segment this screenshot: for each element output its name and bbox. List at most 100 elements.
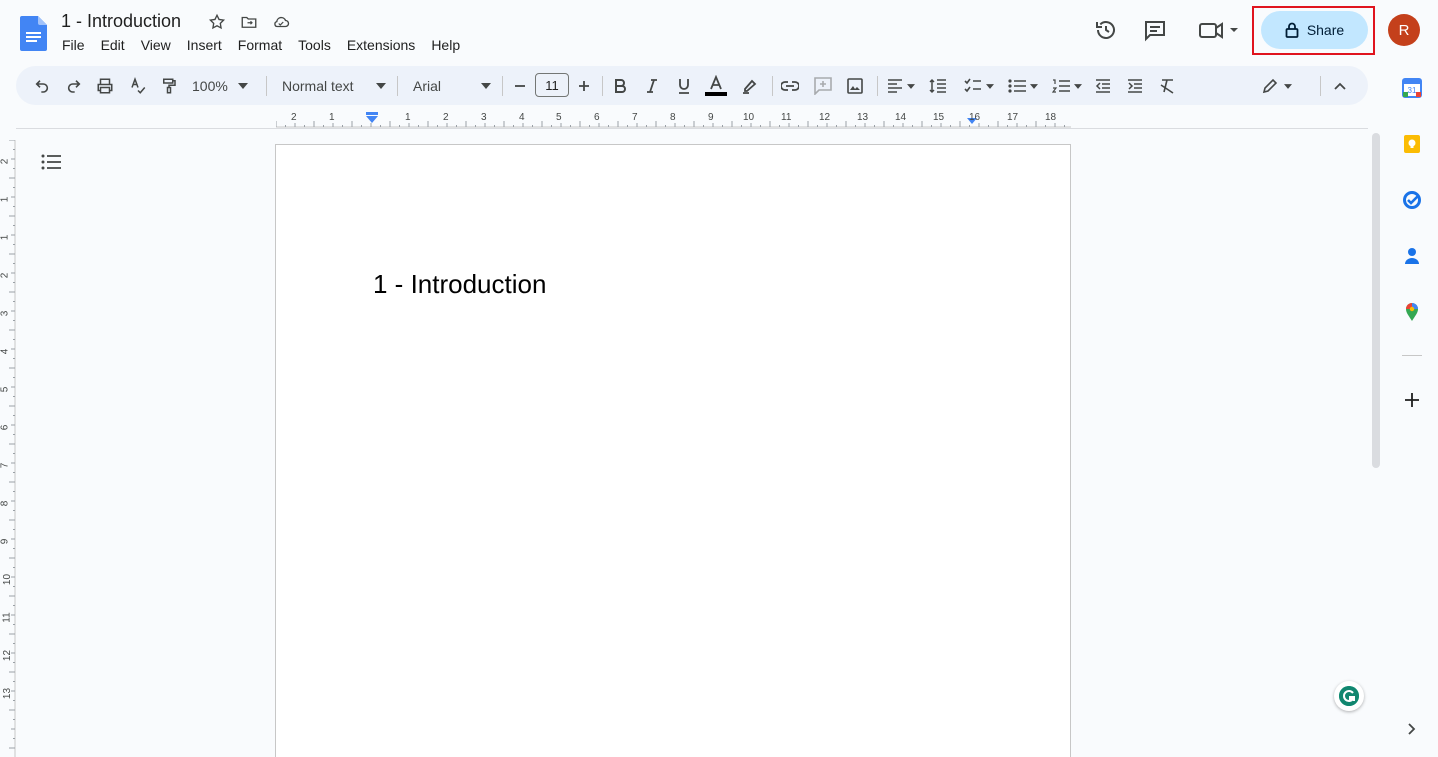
menu-file[interactable]: File (54, 37, 93, 53)
spellcheck-icon[interactable] (128, 74, 148, 98)
insert-link-icon[interactable] (780, 74, 800, 98)
star-icon[interactable] (205, 11, 229, 33)
ruler-ticks (9, 140, 16, 757)
editing-mode-select[interactable] (1258, 74, 1296, 98)
zoom-select[interactable]: 100% (192, 74, 256, 98)
increase-indent-icon[interactable] (1125, 74, 1145, 98)
ruler-label: 1 (329, 112, 335, 123)
ruler-label: 1 (405, 112, 411, 123)
menu-format[interactable]: Format (230, 37, 290, 53)
ruler-label: 10 (2, 573, 14, 586)
document-outline-icon[interactable] (40, 152, 62, 172)
share-button[interactable]: Share (1261, 11, 1368, 49)
increase-font-size-icon[interactable] (576, 74, 592, 98)
ruler-label: 2 (443, 112, 449, 123)
comments-icon[interactable] (1141, 16, 1169, 44)
ruler-label: 3 (0, 310, 11, 317)
toolbar-divider (1320, 76, 1321, 96)
tasks-icon[interactable] (1400, 188, 1424, 212)
move-folder-icon[interactable] (237, 11, 261, 33)
italic-icon[interactable] (642, 74, 662, 98)
ruler-label: 11 (1, 612, 13, 623)
menu-edit[interactable]: Edit (93, 37, 133, 53)
formatting-toolbar: 100% Normal text Arial 11 (16, 66, 1368, 105)
ruler-label: 15 (933, 112, 945, 123)
ruler-label: 13 (857, 112, 869, 123)
ruler-label: 5 (0, 386, 11, 393)
font-value: Arial (413, 78, 442, 94)
horizontal-ruler[interactable]: 2 1 1 2 3 4 5 6 7 8 9 10 11 12 13 14 15 … (276, 112, 1071, 128)
left-indent-marker[interactable] (366, 116, 378, 123)
show-side-panel-chevron-right-icon[interactable] (1400, 717, 1424, 741)
grammarly-icon[interactable] (1334, 681, 1364, 711)
avatar[interactable]: R (1388, 14, 1420, 46)
pencil-icon (1262, 78, 1278, 94)
document-page[interactable]: 1 - Introduction (275, 144, 1071, 757)
undo-icon[interactable] (32, 74, 52, 98)
menu-insert[interactable]: Insert (179, 37, 230, 53)
decrease-font-size-icon[interactable] (512, 74, 528, 98)
decrease-indent-icon[interactable] (1093, 74, 1113, 98)
get-addons-plus-icon[interactable] (1400, 388, 1424, 412)
paint-format-icon[interactable] (159, 74, 179, 98)
bulleted-list-select[interactable] (1005, 74, 1041, 98)
add-comment-icon[interactable] (813, 74, 833, 98)
menu-tools[interactable]: Tools (290, 37, 339, 53)
vertical-scrollbar[interactable] (1372, 133, 1380, 468)
print-icon[interactable] (95, 74, 115, 98)
ruler-label: 1 (0, 196, 11, 203)
ruler-label: 10 (743, 112, 755, 123)
text-color-icon[interactable] (705, 74, 727, 98)
ruler-label: 2 (0, 158, 11, 165)
menu-extensions[interactable]: Extensions (339, 37, 423, 53)
style-select[interactable]: Normal text (282, 74, 386, 98)
ruler-label: 2 (291, 112, 297, 123)
document-title[interactable]: 1 - Introduction (61, 11, 181, 32)
vertical-ruler[interactable]: 2 1 1 2 3 4 5 6 7 8 9 10 11 12 13 (0, 140, 16, 757)
numbered-list-icon (1052, 79, 1070, 93)
meet-video-icon[interactable] (1196, 16, 1240, 44)
ruler-label: 14 (895, 112, 907, 123)
app-header: 1 - Introduction File Edit View Insert F… (0, 0, 1438, 64)
bulleted-list-icon (1008, 79, 1026, 93)
ruler-label: 9 (0, 538, 11, 545)
ruler-label: 8 (0, 500, 11, 507)
menu-bar: File Edit View Insert Format Tools Exten… (54, 37, 468, 53)
menu-help[interactable]: Help (423, 37, 468, 53)
underline-icon[interactable] (674, 74, 694, 98)
toolbar-divider (772, 76, 773, 96)
keep-icon[interactable] (1400, 132, 1424, 156)
calendar-day: 31 (1408, 86, 1417, 95)
ruler-label: 7 (0, 462, 11, 469)
align-select[interactable] (884, 74, 918, 98)
lock-icon (1285, 22, 1299, 38)
highlight-color-icon[interactable] (740, 74, 760, 98)
ruler-label: 9 (708, 112, 714, 123)
redo-icon[interactable] (64, 74, 84, 98)
chevron-down-icon (907, 83, 915, 89)
version-history-icon[interactable] (1092, 16, 1120, 44)
font-size-input[interactable]: 11 (535, 73, 569, 97)
bold-icon[interactable] (610, 74, 630, 98)
maps-icon[interactable] (1400, 300, 1424, 324)
ruler-label: 5 (556, 112, 562, 123)
line-spacing-icon[interactable] (928, 74, 948, 98)
chevron-down-icon (237, 83, 248, 89)
clear-formatting-icon[interactable] (1157, 74, 1177, 98)
chevron-down-icon (376, 83, 386, 89)
checklist-select[interactable] (960, 74, 998, 98)
menu-view[interactable]: View (133, 37, 179, 53)
cloud-saved-icon[interactable] (269, 11, 293, 33)
first-line-indent-marker[interactable] (366, 112, 378, 115)
calendar-icon[interactable]: 31 (1400, 76, 1424, 100)
document-heading[interactable]: 1 - Introduction (373, 269, 546, 300)
docs-logo-icon[interactable] (20, 16, 47, 51)
numbered-list-select[interactable] (1049, 74, 1085, 98)
contacts-icon[interactable] (1400, 244, 1424, 268)
ruler-label: 8 (670, 112, 676, 123)
insert-image-icon[interactable] (845, 74, 865, 98)
font-select[interactable]: Arial (413, 74, 491, 98)
chevron-down-icon (986, 83, 994, 89)
ruler-label: 1 (0, 234, 11, 241)
hide-menus-chevron-up-icon[interactable] (1330, 74, 1350, 98)
